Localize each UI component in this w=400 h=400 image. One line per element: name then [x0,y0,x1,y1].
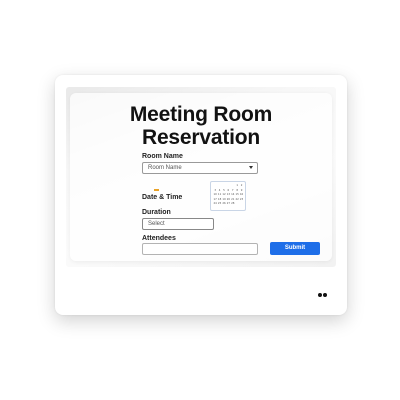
page-title: Meeting Room Reservation [66,103,336,149]
date-time-marker [154,189,159,191]
title-line-1: Meeting Room [129,103,273,126]
attendees-label: Attendees [142,235,176,242]
room-name-placeholder: Room Name [148,165,182,171]
calendar-grid: 1 2 3 4 5 6 7 8 9 10 11 12 13 14 15 16 17 18 19 20 21 22 23 24 2… [213,184,244,207]
dot [317,293,322,297]
title-line-2: Reservation [141,126,261,149]
duration-label: Duration [142,209,171,216]
duration-value: Select [148,221,165,227]
calendar-day [239,202,243,207]
room-name-select[interactable]: Room Name [142,162,258,174]
dot [323,293,327,297]
screen: Meeting Room Reservation Room Name Room … [66,87,336,267]
duration-select[interactable]: Select [142,218,214,230]
room-name-label: Room Name [142,153,183,160]
device-frame: Meeting Room Reservation Room Name Room … [55,75,347,315]
chevron-down-icon [249,166,253,169]
attendees-input[interactable] [142,243,258,255]
date-time-label: Date & Time [142,194,183,201]
calendar-widget[interactable]: 1 2 3 4 5 6 7 8 9 10 11 12 13 14 15 16 17 18 19 20 21 22 23 24 2… [210,181,246,211]
submit-button[interactable]: Submit [270,242,320,255]
pagination-dots-icon[interactable] [316,284,327,302]
